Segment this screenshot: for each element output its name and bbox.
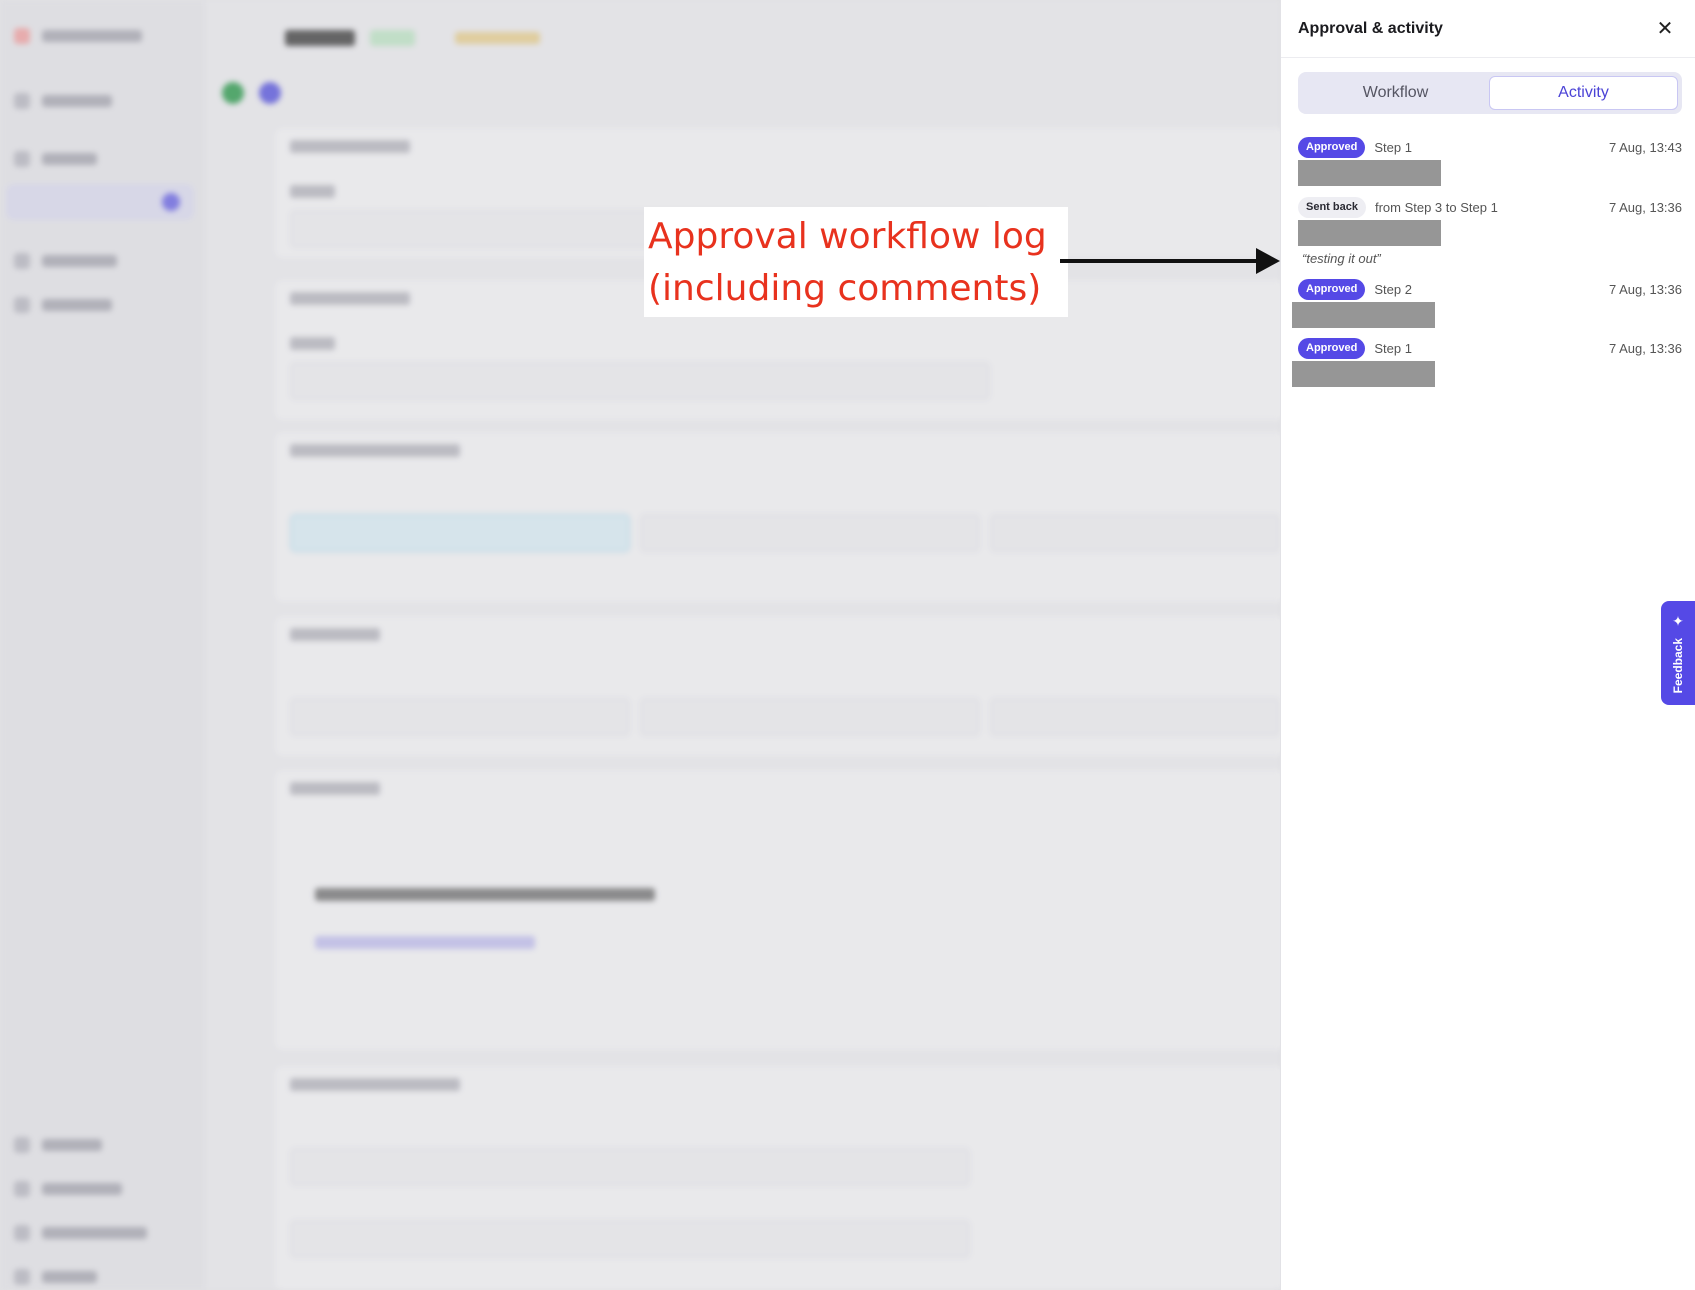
activity-entry: Approved Step 1 7 Aug, 13:36 bbox=[1292, 337, 1682, 387]
sparkle-icon: ✦ bbox=[1672, 613, 1684, 629]
activity-entry: Approved Step 1 7 Aug, 13:43 bbox=[1298, 136, 1682, 186]
activity-entry: Sent back from Step 3 to Step 1 7 Aug, 1… bbox=[1298, 196, 1682, 266]
annotation-text: Approval workflow log (including comment… bbox=[648, 216, 1047, 309]
tab-workflow[interactable]: Workflow bbox=[1302, 76, 1489, 110]
activity-entry: Approved Step 2 7 Aug, 13:36 bbox=[1292, 278, 1682, 328]
activity-description: Step 1 bbox=[1374, 139, 1412, 155]
redacted-user bbox=[1298, 160, 1441, 186]
modal-overlay[interactable] bbox=[0, 0, 1280, 1290]
tab-activity[interactable]: Activity bbox=[1489, 76, 1678, 110]
status-badge: Sent back bbox=[1298, 196, 1366, 218]
redacted-user bbox=[1292, 302, 1435, 328]
activity-comment: “testing it out” bbox=[1302, 251, 1381, 266]
panel-tabs: Workflow Activity bbox=[1298, 72, 1682, 114]
activity-timestamp: 7 Aug, 13:36 bbox=[1608, 281, 1682, 297]
activity-timestamp: 7 Aug, 13:36 bbox=[1608, 340, 1682, 356]
status-badge: Approved bbox=[1298, 278, 1366, 300]
feedback-label: Feedback bbox=[1671, 638, 1685, 694]
annotation-arrow bbox=[1060, 259, 1260, 263]
panel-title: Approval & activity bbox=[1298, 19, 1443, 37]
activity-description: Step 2 bbox=[1374, 281, 1412, 297]
redacted-user bbox=[1298, 220, 1441, 246]
redacted-user bbox=[1292, 361, 1435, 387]
activity-description: from Step 3 to Step 1 bbox=[1374, 199, 1498, 215]
activity-timestamp: 7 Aug, 13:36 bbox=[1608, 199, 1682, 215]
panel-header: Approval & activity ✕ bbox=[1281, 0, 1695, 58]
annotation-callout: Approval workflow log (including comment… bbox=[644, 207, 1068, 317]
feedback-button[interactable]: ✦ Feedback bbox=[1661, 601, 1695, 705]
activity-description: Step 1 bbox=[1374, 340, 1412, 356]
approval-activity-panel: Approval & activity ✕ Workflow Activity … bbox=[1280, 0, 1695, 1290]
annotation-arrow-head bbox=[1256, 248, 1280, 274]
status-badge: Approved bbox=[1298, 136, 1366, 158]
activity-timestamp: 7 Aug, 13:43 bbox=[1608, 139, 1682, 155]
close-icon[interactable]: ✕ bbox=[1653, 17, 1677, 41]
status-badge: Approved bbox=[1298, 337, 1366, 359]
